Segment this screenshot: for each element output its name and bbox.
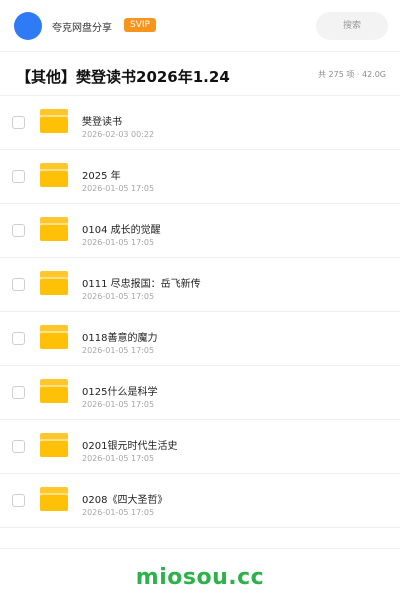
item-name: 0201银元时代生活史: [82, 441, 178, 452]
folder-icon: [40, 217, 68, 241]
footer: miosou.cc: [0, 548, 400, 600]
item-name: 0208《四大圣哲》: [82, 495, 168, 506]
select-checkbox[interactable]: [12, 440, 25, 453]
title-row: 【其他】樊登读书2026年1.24 共 275 项 · 42.0G: [0, 52, 400, 96]
item-name: 0111 尽忠报国：岳飞新传: [82, 279, 201, 290]
folder-icon: [40, 109, 68, 133]
item-name: 0118善意的魔力: [82, 333, 158, 344]
select-checkbox[interactable]: [12, 170, 25, 183]
item-date: 2026-02-03 00:22: [82, 130, 155, 139]
item-date: 2026-01-05 17:05: [82, 184, 155, 193]
list-item[interactable]: 0104 成长的觉醒 2026-01-05 17:05: [0, 204, 400, 258]
list-item[interactable]: 樊登读书 2026-02-03 00:22: [0, 96, 400, 150]
file-list: 樊登读书 2026-02-03 00:22 2025 年 2026-01-05 …: [0, 96, 400, 528]
item-date: 2026-01-05 17:05: [82, 508, 155, 517]
app-header: 夸克网盘分享 SVIP 搜索: [0, 0, 400, 52]
item-date: 2026-01-05 17:05: [82, 238, 155, 247]
list-item[interactable]: 0208《四大圣哲》 2026-01-05 17:05: [0, 474, 400, 528]
item-date: 2026-01-05 17:05: [82, 292, 155, 301]
folder-icon: [40, 433, 68, 457]
list-item[interactable]: 0111 尽忠报国：岳飞新传 2026-01-05 17:05: [0, 258, 400, 312]
select-checkbox[interactable]: [12, 116, 25, 129]
item-name: 樊登读书: [82, 117, 122, 128]
list-item[interactable]: 2025 年 2026-01-05 17:05: [0, 150, 400, 204]
folder-icon: [40, 163, 68, 187]
list-item[interactable]: 0118善意的魔力 2026-01-05 17:05: [0, 312, 400, 366]
item-name: 0104 成长的觉醒: [82, 225, 161, 236]
list-item[interactable]: 0201银元时代生活史 2026-01-05 17:05: [0, 420, 400, 474]
item-name: 0125什么是科学: [82, 387, 158, 398]
svip-badge[interactable]: SVIP: [124, 18, 156, 32]
avatar[interactable]: [14, 12, 42, 40]
list-item[interactable]: 0125什么是科学 2026-01-05 17:05: [0, 366, 400, 420]
item-date: 2026-01-05 17:05: [82, 346, 155, 355]
select-checkbox[interactable]: [12, 332, 25, 345]
select-checkbox[interactable]: [12, 386, 25, 399]
item-date: 2026-01-05 17:05: [82, 400, 155, 409]
page-title: 【其他】樊登读书2026年1.24: [16, 68, 230, 86]
folder-icon: [40, 325, 68, 349]
item-count-meta: 共 275 项 · 42.0G: [318, 70, 386, 79]
select-checkbox[interactable]: [12, 278, 25, 291]
site-logo[interactable]: miosou.cc: [136, 565, 264, 590]
item-name: 2025 年: [82, 171, 121, 182]
folder-icon: [40, 487, 68, 511]
search-input[interactable]: 搜索: [316, 12, 388, 40]
folder-icon: [40, 271, 68, 295]
item-date: 2026-01-05 17:05: [82, 454, 155, 463]
folder-icon: [40, 379, 68, 403]
select-checkbox[interactable]: [12, 224, 25, 237]
brand-label: 夸克网盘分享: [52, 23, 112, 34]
select-checkbox[interactable]: [12, 494, 25, 507]
